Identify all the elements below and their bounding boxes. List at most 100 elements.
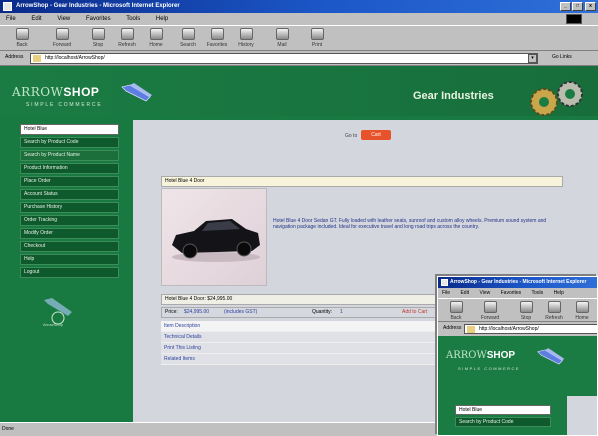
overlay-menu-help[interactable]: Help: [554, 290, 564, 296]
refresh-button[interactable]: Refresh: [113, 28, 141, 48]
sidebar-logo-caption: ArrowShop: [43, 322, 63, 327]
print-label: Print: [311, 42, 323, 48]
overlay-address-bar: Address http://localhost/ArrowShop/: [438, 322, 597, 336]
printer-icon: [310, 28, 324, 40]
close-button[interactable]: x: [585, 2, 596, 11]
search-button[interactable]: Search: [174, 28, 202, 48]
menu-tools[interactable]: Tools: [126, 16, 140, 22]
home-icon: [149, 28, 163, 40]
quantity-label: Quantity:: [312, 309, 333, 315]
back-button[interactable]: Back: [8, 28, 36, 48]
price-label: Price:: [165, 309, 178, 315]
menu-help[interactable]: Help: [156, 16, 168, 22]
favorites-button[interactable]: Favorites: [203, 28, 231, 48]
windows-logo-icon: [566, 14, 582, 24]
overlay-address-url: http://localhost/ArrowShop/: [479, 326, 539, 332]
overlay-back-label: Back: [450, 315, 462, 321]
minimize-button[interactable]: _: [560, 2, 571, 11]
company-name: Gear Industries: [413, 90, 494, 102]
overlay-back-icon: [449, 301, 463, 313]
overlay-menu-edit[interactable]: Edit: [460, 290, 469, 296]
car-icon: [172, 219, 260, 262]
back-arrow-icon: [15, 28, 29, 40]
sidebar-item-product-info[interactable]: Product Information: [20, 163, 119, 174]
sidebar-logo-icon: [44, 298, 72, 325]
menu-view[interactable]: View: [57, 16, 70, 22]
overlay-back-button[interactable]: Back: [444, 301, 468, 321]
sidebar-item-checkout[interactable]: Checkout: [20, 241, 119, 252]
logo-tagline: SIMPLE COMMERCE: [26, 102, 103, 108]
stop-icon: [91, 28, 105, 40]
print-button[interactable]: Print: [303, 28, 331, 48]
sidebar-search-input[interactable]: Hotel Blue: [20, 124, 119, 135]
overlay-home-label: Home: [575, 315, 589, 321]
overlay-sidebar-nav: Hotel Blue Search by Product Code: [455, 405, 551, 429]
overlay-home-button[interactable]: Home: [570, 301, 594, 321]
overlay-home-icon: [575, 301, 589, 313]
sidebar-item-purchase-history[interactable]: Purchase History: [20, 202, 119, 213]
sidebar-item-search-code[interactable]: Search by Product Code: [20, 137, 119, 148]
stop-button[interactable]: Stop: [84, 28, 112, 48]
home-button[interactable]: Home: [142, 28, 170, 48]
overlay-sidebar-item-search-code[interactable]: Search by Product Code: [455, 417, 551, 427]
price-note: (includes GST): [224, 309, 258, 315]
menu-file[interactable]: File: [6, 16, 16, 22]
quantity-input[interactable]: 1: [340, 308, 343, 317]
page-icon: [33, 55, 41, 62]
overlay-site-logo[interactable]: ARROWSHOP: [446, 350, 515, 361]
cart-lead-text: Go to: [345, 133, 358, 139]
sidebar-item-help[interactable]: Help: [20, 254, 119, 265]
sidebar-item-account-status[interactable]: Account Status: [20, 189, 119, 200]
arrow-logo-icon: [121, 83, 152, 102]
address-dropdown-button[interactable]: ▾: [528, 54, 537, 63]
overlay-refresh-button[interactable]: Refresh: [542, 301, 566, 321]
home-label: Home: [149, 42, 163, 48]
overlay-menu-tools[interactable]: Tools: [531, 290, 543, 296]
cart-button[interactable]: Cart: [361, 130, 391, 140]
overlay-page-content: ARROWSHOP SIMPLE COMMERCE Hotel Blue Sea…: [438, 336, 597, 435]
overlay-browser-icon: [441, 279, 448, 286]
sidebar-item-place-order[interactable]: Place Order: [20, 176, 119, 187]
favorites-label: Favorites: [206, 42, 228, 48]
site-header: ARROWSHOP SIMPLE COMMERCE Gear Industrie…: [0, 66, 598, 116]
title-bar: ArrowShop - Gear Industries - Microsoft …: [0, 0, 598, 13]
overlay-address-input[interactable]: http://localhost/ArrowShop/: [464, 324, 597, 334]
menu-edit[interactable]: Edit: [31, 16, 41, 22]
sidebar-nav: Hotel Blue Search by Product Code Search…: [20, 124, 119, 280]
overlay-logo-shop: SHOP: [486, 350, 516, 361]
toolbar: Back Forward Stop Refresh Home Search Fa…: [0, 25, 598, 51]
mail-button[interactable]: Mail: [268, 28, 296, 48]
overlay-forward-button[interactable]: Forward: [478, 301, 502, 321]
address-bar: Address http://localhost/ArrowShop/ ▾ Go…: [0, 51, 598, 66]
address-input[interactable]: http://localhost/ArrowShop/: [30, 53, 538, 64]
sidebar-item-logout[interactable]: Logout: [20, 267, 119, 278]
maximize-button[interactable]: □: [572, 2, 583, 11]
browser-icon: [3, 2, 12, 11]
history-button[interactable]: History: [232, 28, 260, 48]
browser-window: ArrowShop - Gear Industries - Microsoft …: [0, 0, 598, 436]
product-image[interactable]: [161, 188, 267, 286]
overlay-menu-view[interactable]: View: [479, 290, 490, 296]
overlay-refresh-label: Refresh: [545, 315, 563, 321]
overlay-sidebar-search-input[interactable]: Hotel Blue: [455, 405, 551, 415]
menu-bar: File Edit View Favorites Tools Help: [0, 13, 598, 25]
favorites-icon: [210, 28, 224, 40]
overlay-menu-favorites[interactable]: Favorites: [501, 290, 522, 296]
overlay-logo-tagline: SIMPLE COMMERCE: [458, 366, 521, 371]
go-links[interactable]: Go Links: [552, 54, 572, 60]
overlay-browser-window[interactable]: ArrowShop - Gear Industries - Microsoft …: [437, 276, 598, 436]
logo-shop-text: SHOP: [63, 85, 100, 99]
sidebar-item-search-name[interactable]: Search by Product Name: [20, 150, 119, 161]
sidebar-item-order-tracking[interactable]: Order Tracking: [20, 215, 119, 226]
history-label: History: [238, 42, 254, 48]
overlay-menu-file[interactable]: File: [442, 290, 450, 296]
overlay-window-title: ArrowShop - Gear Industries - Microsoft …: [450, 279, 587, 285]
sidebar-item-modify-order[interactable]: Modify Order: [20, 228, 119, 239]
site-logo[interactable]: ARROWSHOP: [12, 85, 99, 99]
add-to-cart-link[interactable]: Add to Cart: [402, 308, 427, 317]
menu-favorites[interactable]: Favorites: [86, 16, 111, 22]
forward-button[interactable]: Forward: [48, 28, 76, 48]
overlay-forward-label: Forward: [480, 315, 500, 321]
stop-label: Stop: [92, 42, 104, 48]
overlay-stop-button[interactable]: Stop: [514, 301, 538, 321]
